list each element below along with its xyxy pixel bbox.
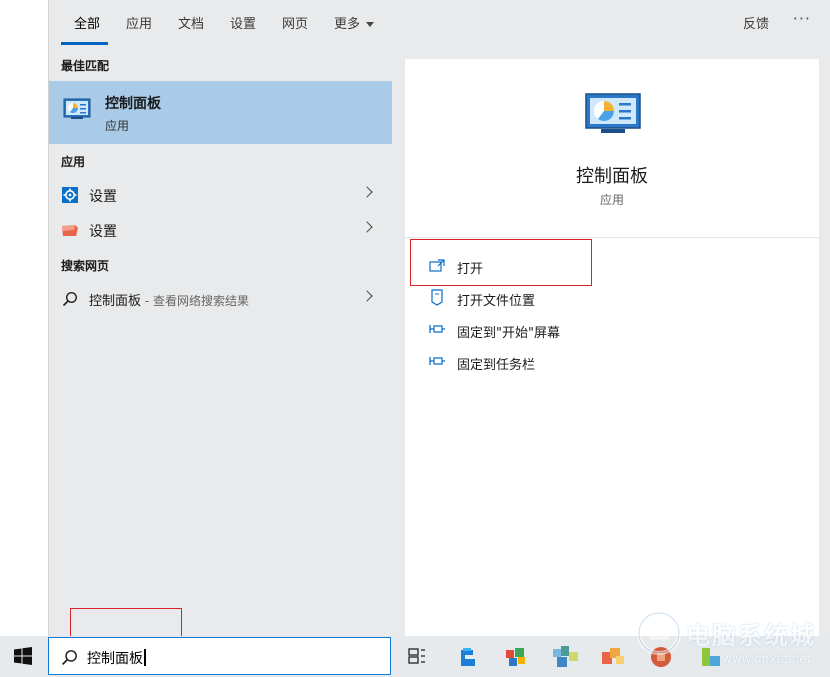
- app-icon[interactable]: [553, 646, 579, 668]
- open-file-location-label: 打开文件位置: [457, 294, 536, 309]
- caret-down-icon: [366, 22, 375, 27]
- tab-all[interactable]: 全部: [74, 13, 100, 32]
- annotation-box-open: [410, 239, 592, 286]
- best-match-name: 控制面板: [105, 96, 161, 112]
- best-match-type: 应用: [105, 119, 130, 133]
- control-panel-large-icon: [585, 93, 641, 133]
- search-input-text[interactable]: 控制面板: [87, 648, 146, 668]
- text-cursor: [144, 649, 146, 666]
- settings-gear-icon: [62, 187, 78, 203]
- watermark-url: www.dnxtc.net: [722, 652, 812, 666]
- office-icon[interactable]: [602, 646, 626, 668]
- taskbar-search-box[interactable]: 控制面板: [48, 637, 391, 675]
- pin-to-taskbar-action[interactable]: 固定到任务栏: [429, 350, 809, 376]
- store-icon[interactable]: [505, 646, 527, 668]
- windows-start-icon[interactable]: [14, 647, 32, 665]
- tab-documents[interactable]: 文档: [178, 13, 204, 32]
- settings-orange-icon: [62, 225, 78, 236]
- web-search-query: 控制面板: [89, 294, 142, 309]
- more-options-icon[interactable]: ···: [793, 9, 811, 28]
- app-result-label: 设置: [89, 189, 117, 205]
- search-panel: 全部 应用 文档 设置 网页 更多 反馈 ··· 最佳匹配 控制面板 应用 应用: [48, 0, 830, 636]
- app-result-settings-2[interactable]: 设置: [49, 213, 392, 247]
- chevron-right-icon[interactable]: [361, 290, 373, 302]
- search-query: 控制面板: [87, 651, 143, 667]
- best-match-heading: 最佳匹配: [61, 59, 110, 73]
- control-panel-icon: [63, 98, 91, 119]
- app-result-label: 设置: [89, 224, 117, 240]
- tab-apps[interactable]: 应用: [126, 13, 152, 32]
- watermark-text: 电脑系统城: [686, 622, 816, 650]
- web-search-result[interactable]: 控制面板 - 查看网络搜索结果: [49, 282, 392, 316]
- pin-to-start-label: 固定到"开始"屏幕: [457, 326, 560, 341]
- pin-icon: [429, 325, 445, 333]
- tab-web[interactable]: 网页: [282, 13, 308, 32]
- search-icon: [62, 291, 78, 307]
- edge-icon[interactable]: [457, 646, 479, 668]
- file-location-icon: [431, 289, 443, 306]
- desktop-left-strip: [0, 0, 48, 636]
- pin-to-start-action[interactable]: 固定到"开始"屏幕: [429, 318, 809, 344]
- feedback-button[interactable]: 反馈: [743, 13, 769, 32]
- pin-to-taskbar-label: 固定到任务栏: [457, 358, 536, 373]
- detail-app-name: 控制面板: [576, 166, 648, 187]
- detail-app-type: 应用: [599, 193, 624, 207]
- detail-pane: 控制面板 应用 打开 打开文件位置 固定到"开始"屏幕 固定到任务栏: [405, 59, 819, 636]
- search-icon: [61, 650, 77, 666]
- best-match-item[interactable]: 控制面板 应用: [49, 81, 392, 144]
- tab-more[interactable]: 更多: [334, 13, 375, 32]
- web-search-text: 控制面板 - 查看网络搜索结果: [89, 290, 249, 309]
- active-tab-indicator: [61, 42, 108, 45]
- apps-heading: 应用: [61, 155, 86, 169]
- tab-more-label: 更多: [334, 17, 361, 32]
- search-tabs: 全部 应用 文档 设置 网页 更多 反馈 ···: [49, 0, 830, 47]
- tab-settings[interactable]: 设置: [230, 13, 256, 32]
- watermark-logo: 电脑系统城 www.dnxtc.net: [628, 604, 830, 677]
- watermark-logo-icon: [637, 611, 681, 655]
- web-search-hint: - 查看网络搜索结果: [141, 294, 249, 308]
- task-view-icon[interactable]: [408, 648, 426, 664]
- open-file-location-action[interactable]: 打开文件位置: [429, 286, 809, 312]
- pin-icon: [429, 357, 445, 365]
- app-result-settings-1[interactable]: 设置: [49, 178, 392, 212]
- chevron-right-icon[interactable]: [361, 186, 373, 198]
- divider: [405, 237, 819, 238]
- chevron-right-icon[interactable]: [361, 221, 373, 233]
- web-search-heading: 搜索网页: [61, 259, 110, 273]
